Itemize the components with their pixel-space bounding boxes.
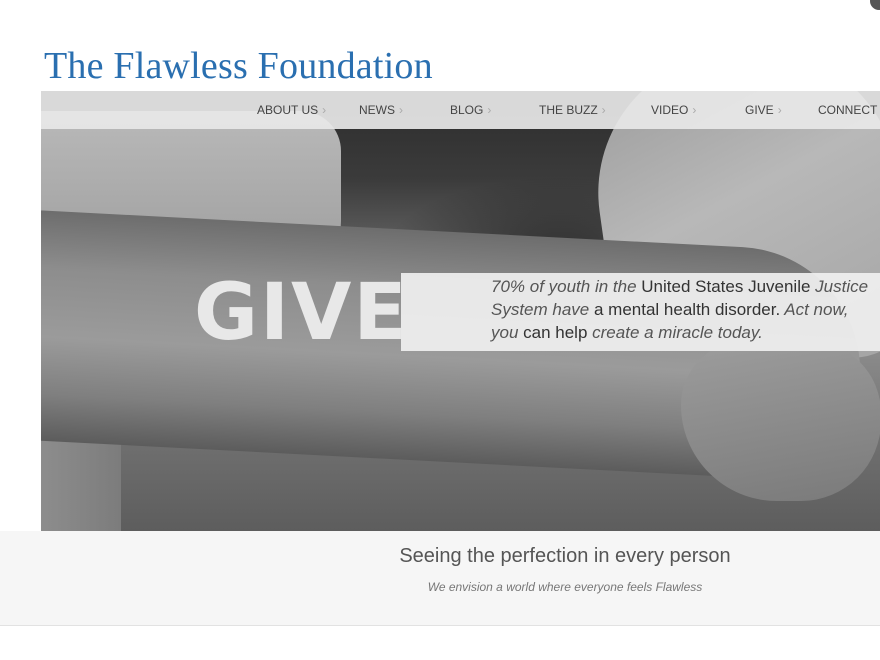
nav-item-label: ABOUT US [257,103,319,117]
nav-item-label: CONNECT [818,103,878,117]
nav-item-video[interactable]: VIDEO › [651,91,696,129]
hero-banner: 70% of youth in the United States Juveni… [41,91,880,531]
main-nav: ABOUT US › NEWS › BLOG › THE BUZZ › VIDEO › G… [41,91,880,129]
give-headline[interactable]: GIVE [194,265,409,361]
nav-item-the-buzz[interactable]: THE BUZZ › [539,91,606,129]
tagline-heading: Seeing the perfection in every person [399,545,731,567]
nav-item-label: THE BUZZ [539,103,598,117]
give-message-part: 70% of youth in the [491,277,642,296]
nav-item-give[interactable]: GIVE › [745,91,782,129]
give-message-part: create a miracle today. [587,323,763,342]
window-corner-control [870,0,880,10]
nav-item-label: VIDEO [651,103,689,117]
nav-item-blog[interactable]: BLOG › [450,91,491,129]
give-message-emphasis: can help [523,323,588,342]
chevron-right-icon: › [399,103,403,117]
hero-photo-fist [681,341,880,501]
nav-item-news[interactable]: NEWS › [359,91,403,129]
give-callout[interactable]: 70% of youth in the United States Juveni… [41,268,880,358]
chevron-right-icon: › [322,103,327,117]
give-message-emphasis: a mental health disorder. [594,300,781,319]
nav-item-label: NEWS [359,103,395,117]
nav-item-about-us[interactable]: ABOUT US › [257,91,326,129]
give-message-emphasis: United States Juvenile [641,277,811,296]
chevron-right-icon: › [777,103,782,117]
tagline-band: Seeing the perfection in every person We… [0,531,880,626]
chevron-right-icon: › [487,103,492,117]
nav-item-label: GIVE [745,103,774,117]
nav-item-connect[interactable]: CONNECT [818,91,877,129]
give-message: 70% of youth in the United States Juveni… [491,275,876,344]
tagline-subheading: We envision a world where everyone feels… [427,580,703,594]
chevron-right-icon: › [692,103,697,117]
nav-item-label: BLOG [450,103,484,117]
site-title[interactable]: The Flawless Foundation [44,44,433,88]
give-message-box: 70% of youth in the United States Juveni… [401,273,880,351]
chevron-right-icon: › [601,103,606,117]
